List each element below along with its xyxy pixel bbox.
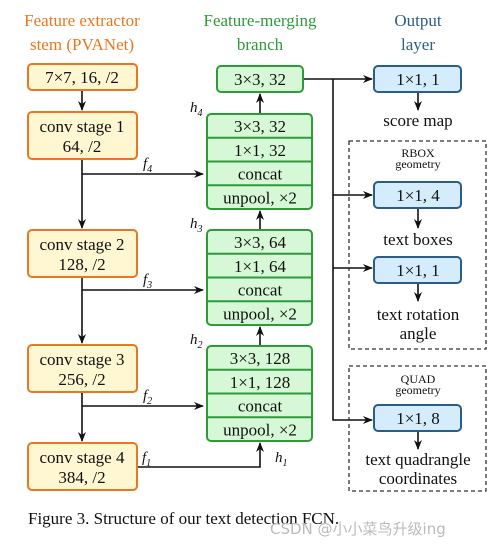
- merge-row-label: 3×3, 128: [230, 349, 291, 368]
- rbox-title: geometry: [395, 157, 440, 171]
- feature-label: f1: [142, 450, 151, 469]
- rotation-label: angle: [400, 324, 437, 343]
- stem-stage-name: conv stage 4: [40, 448, 125, 467]
- watermark: CSDN @小小菜鸟升级ing: [270, 520, 446, 538]
- feature-label: f3: [143, 272, 152, 291]
- merge-row-label: concat: [238, 165, 283, 184]
- stem-stage-channels: 64, /2: [63, 137, 102, 156]
- header-merge: Feature-merging: [204, 11, 317, 30]
- text-boxes-label: text boxes: [383, 230, 452, 249]
- score-box-label: 1×1, 1: [396, 70, 440, 89]
- header-stem: stem (PVANet): [30, 35, 134, 54]
- feature-arrow: [137, 442, 264, 468]
- header-output: Output: [394, 11, 442, 30]
- rotation-box-label: 1×1, 1: [396, 261, 440, 280]
- header-merge: branch: [237, 35, 284, 54]
- quad-box-label: 1×1, 8: [396, 409, 440, 428]
- merge-row-label: 1×1, 64: [234, 257, 287, 276]
- quad-label: coordinates: [379, 469, 457, 488]
- merge-row-label: 1×1, 32: [234, 141, 286, 160]
- stem-stage-channels: 384, /2: [58, 468, 105, 487]
- header-output: layer: [401, 35, 435, 54]
- quad-title: geometry: [395, 383, 440, 397]
- score-map-label: score map: [383, 111, 452, 130]
- quad-label: text quadrangle: [365, 450, 470, 469]
- header-stem: Feature extractor: [24, 11, 140, 30]
- diagram: Feature extractor stem (PVANet) Feature-me…: [24, 11, 487, 538]
- feature-label: f2: [143, 388, 152, 407]
- merge-row-label: 3×3, 32: [234, 117, 286, 136]
- h-label: h2: [190, 332, 203, 351]
- merge-row-label: 3×3, 64: [234, 233, 287, 252]
- merge-top-label: 3×3, 32: [234, 70, 286, 89]
- feature-label: f4: [143, 156, 152, 175]
- h-label: h1: [275, 450, 288, 469]
- text-boxes-box-label: 1×1, 4: [396, 186, 440, 205]
- stem-stage-channels: 256, /2: [58, 370, 105, 389]
- stem-stage-name: conv stage 2: [40, 235, 125, 254]
- output-arrow: [332, 79, 373, 424]
- merge-row-label: unpool, ×2: [223, 304, 297, 323]
- stem-stage-name: conv stage 3: [40, 350, 125, 369]
- stem-stage-channels: 128, /2: [58, 255, 105, 274]
- merge-row-label: concat: [238, 397, 283, 416]
- merge-row-label: 1×1, 128: [230, 373, 291, 392]
- merge-row-label: concat: [238, 281, 283, 300]
- merge-row-label: unpool, ×2: [223, 188, 297, 207]
- h-label: h4: [190, 100, 203, 119]
- stem-stage-name: conv stage 1: [40, 117, 125, 136]
- h-label: h3: [190, 216, 203, 235]
- rotation-label: text rotation: [377, 305, 460, 324]
- stem-box-label: 7×7, 16, /2: [45, 68, 119, 87]
- merge-row-label: unpool, ×2: [223, 420, 297, 439]
